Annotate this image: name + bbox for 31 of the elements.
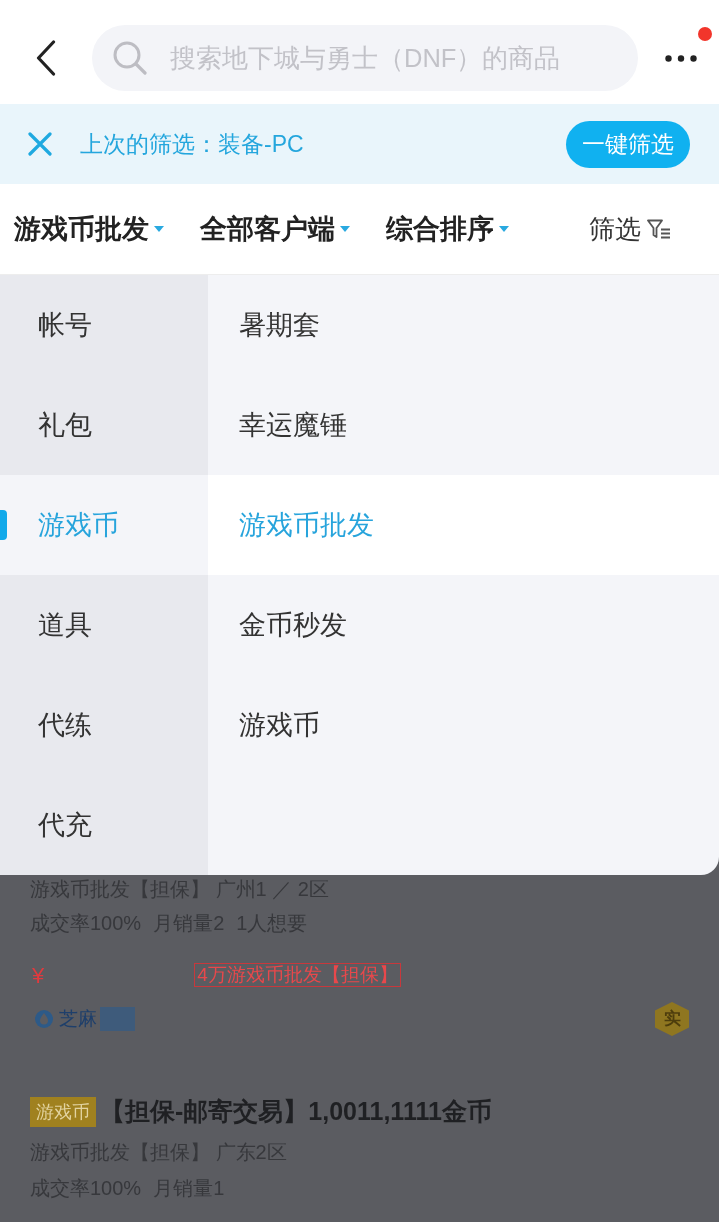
caret-icon — [499, 226, 509, 232]
last-filter-text: 上次的筛选：装备-PC — [80, 129, 304, 159]
subcategory-item[interactable]: 游戏币 — [208, 675, 719, 775]
subcategory-item[interactable]: 金币秒发 — [208, 575, 719, 675]
hexagon-badge: 实 — [655, 1002, 689, 1036]
category-item[interactable]: 道具 — [0, 575, 208, 675]
caret-icon — [340, 226, 350, 232]
price-symbol: ¥ — [32, 961, 45, 990]
close-icon — [28, 132, 52, 156]
sort-dropdown-tab[interactable]: 游戏币批发 — [14, 208, 164, 250]
selection-bar-icon — [0, 510, 7, 540]
filter-icon — [647, 219, 671, 239]
category-item[interactable]: 代练 — [0, 675, 208, 775]
credit-label: 芝麻 — [59, 1006, 97, 1031]
filter-button[interactable]: 筛选 — [589, 209, 671, 249]
highlighted-title: 4万游戏币批发【担保】 — [194, 963, 401, 987]
drop-icon — [35, 1010, 53, 1028]
back-icon — [36, 40, 56, 76]
category-item[interactable]: 礼包 — [0, 375, 208, 475]
category-item[interactable]: 帐号 — [0, 275, 208, 375]
listing-title: 【担保-邮寄交易】1,0011,1111金币 — [100, 1096, 492, 1128]
sort-dropdown-tab[interactable]: 综合排序 — [386, 208, 509, 250]
search-icon — [113, 41, 147, 75]
caret-icon — [154, 226, 164, 232]
more-icon — [665, 54, 697, 62]
category-item[interactable]: 代充 — [0, 775, 208, 875]
subcategory-item[interactable]: 暑期套 — [208, 275, 719, 375]
category-tag: 游戏币 — [30, 1097, 96, 1127]
back-button[interactable] — [36, 40, 56, 76]
subcategory-item[interactable]: 幸运魔锤 — [208, 375, 719, 475]
sort-dropdown-tab[interactable]: 全部客户端 — [200, 208, 350, 250]
